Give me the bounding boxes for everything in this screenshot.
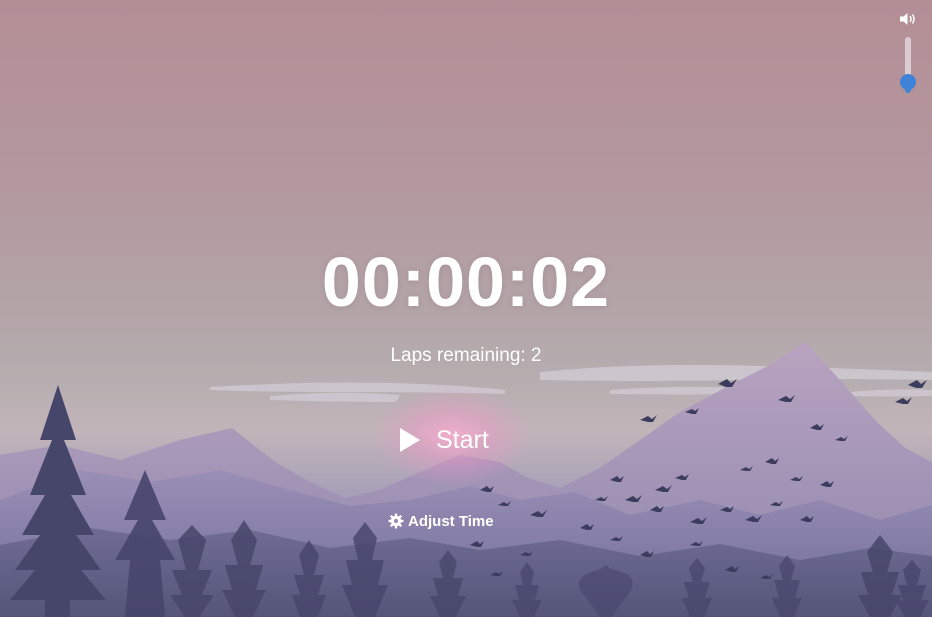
volume-slider-thumb[interactable] — [900, 74, 916, 90]
timer-display: 00:00:02 — [321, 243, 611, 321]
laps-remaining-text: Laps remaining: 2 — [390, 345, 542, 366]
gear-icon — [388, 513, 404, 529]
start-button[interactable]: Start — [390, 420, 530, 460]
speaker-icon[interactable] — [899, 12, 917, 26]
play-icon — [400, 428, 420, 452]
adjust-time-label: Adjust Time — [408, 512, 494, 530]
start-button-label: Start — [436, 425, 489, 454]
adjust-time-button[interactable]: Adjust Time — [388, 511, 494, 531]
volume-control[interactable] — [896, 12, 920, 96]
